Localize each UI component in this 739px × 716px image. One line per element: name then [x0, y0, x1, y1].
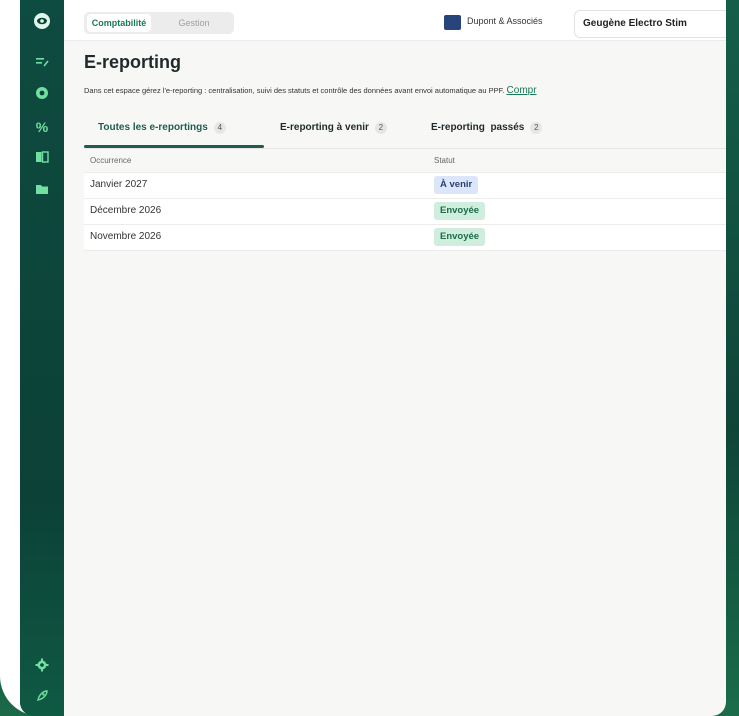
rocket-icon[interactable]: [32, 688, 52, 708]
occurrence-cell: Décembre 2026: [90, 205, 162, 216]
percent-icon[interactable]: %: [32, 117, 52, 137]
tab-count: 2: [530, 122, 543, 134]
occurrence-cell: Novembre 2026: [90, 231, 162, 242]
tab-count: 2: [374, 122, 387, 134]
book-icon[interactable]: [32, 148, 52, 168]
tab-count: 4: [213, 122, 226, 134]
description-text: Dans cet espace gérez l'e-reporting : ce…: [84, 86, 505, 95]
table-row[interactable]: Décembre 2026 Envoyée: [84, 199, 726, 225]
column-header-occurrence[interactable]: Occurrence: [90, 156, 131, 165]
app-window: % Comptabilité Gestion Dupont & Associés…: [20, 0, 726, 716]
tab-all[interactable]: Toutes les e-reportings 4: [98, 122, 226, 134]
list-edit-icon[interactable]: [32, 54, 52, 74]
tab-bar: Toutes les e-reportings 4 E-reporting à v…: [84, 118, 726, 149]
comptabilite-tab[interactable]: Comptabilité: [87, 14, 151, 32]
client-name: Geugène Electro Stim: [583, 18, 687, 29]
table-row[interactable]: Novembre 2026 Envoyée: [84, 225, 726, 251]
background-edge: [724, 0, 739, 716]
top-bar: Comptabilité Gestion Dupont & Associés G…: [64, 0, 726, 41]
mode-switch: Comptabilité Gestion: [84, 12, 234, 34]
company-name[interactable]: Dupont & Associés: [467, 16, 543, 26]
main-content: Comptabilité Gestion Dupont & Associés G…: [64, 0, 726, 716]
circle-icon[interactable]: [32, 85, 52, 105]
gestion-tab[interactable]: Gestion: [164, 14, 224, 32]
table-header-row: Occurrence Statut: [84, 150, 726, 173]
tab-label: Toutes les e-reportings: [98, 122, 208, 133]
table-row[interactable]: Janvier 2027 À venir: [84, 173, 726, 199]
occurrence-cell: Janvier 2027: [90, 179, 148, 190]
tab-past[interactable]: E-reporting passés 2: [431, 122, 543, 134]
sidebar: %: [20, 0, 64, 716]
eye-icon[interactable]: [32, 12, 52, 32]
column-header-status[interactable]: Statut: [434, 156, 455, 165]
company-logo: [444, 15, 461, 30]
learn-more-link[interactable]: Compr: [507, 85, 537, 96]
ereporting-table: Occurrence Statut Janvier 2027 À venir D…: [84, 150, 726, 251]
status-badge: À venir: [434, 176, 479, 194]
gear-icon[interactable]: [32, 657, 52, 677]
status-badge: Envoyée: [434, 228, 486, 246]
page-title: E-reporting: [84, 52, 181, 72]
client-selector[interactable]: Geugène Electro Stim: [574, 10, 726, 38]
page-description: Dans cet espace gérez l'e-reporting : ce…: [84, 85, 537, 96]
status-badge: Envoyée: [434, 202, 486, 220]
tab-label: E-reporting à venir: [280, 122, 369, 133]
folder-icon[interactable]: [32, 180, 52, 200]
tab-label: E-reporting passés: [431, 122, 525, 133]
active-tab-indicator: [84, 145, 264, 148]
tab-upcoming[interactable]: E-reporting à venir 2: [280, 122, 387, 134]
